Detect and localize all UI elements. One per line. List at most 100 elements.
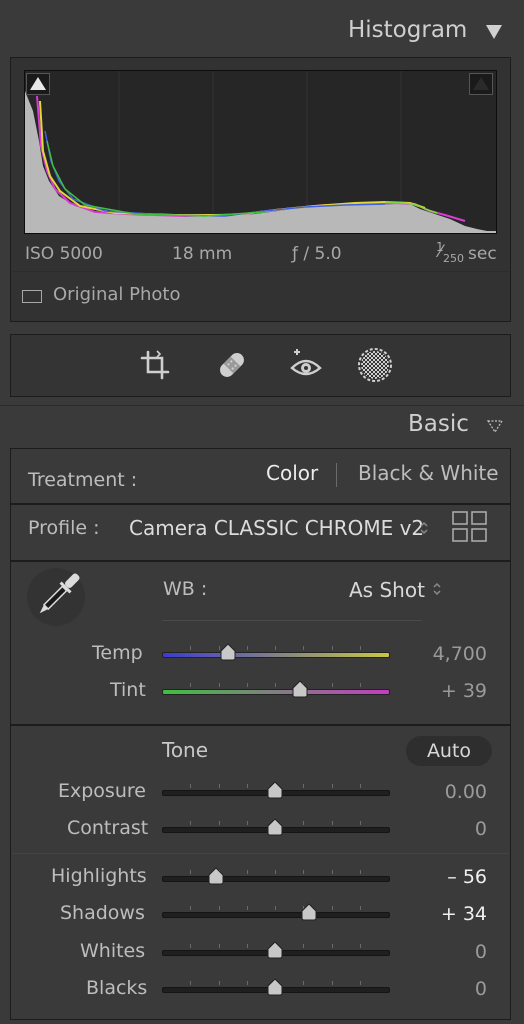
shadow-clipping-toggle[interactable]: [26, 73, 50, 95]
slider-tick: [246, 944, 248, 948]
slider-tick: [331, 981, 333, 985]
slider-tick: [359, 683, 361, 687]
updown-chevron-icon: [431, 579, 443, 599]
shadows-value[interactable]: + 34: [397, 903, 487, 925]
triangle-up-icon: [30, 77, 46, 90]
basic-title: Basic: [408, 411, 469, 437]
updown-chevron-icon: [418, 518, 430, 538]
blacks-label: Blacks: [86, 977, 148, 999]
profile-select[interactable]: Camera CLASSIC CHROME v2: [129, 516, 424, 540]
slider-tick: [331, 870, 333, 874]
red-eye-icon[interactable]: [288, 346, 324, 382]
histogram-title: Histogram: [348, 17, 468, 43]
profile-label: Profile :: [28, 517, 100, 539]
treatment-label: Treatment :: [28, 469, 138, 491]
slider-tick: [303, 944, 305, 948]
slider-tick: [275, 906, 276, 910]
slider-tick: [359, 906, 361, 910]
slider-track[interactable]: [162, 876, 390, 882]
slider-track[interactable]: [162, 652, 390, 658]
slider-tick: [218, 683, 220, 687]
slider-tick: [331, 821, 333, 825]
slider-tick: [331, 784, 333, 788]
crop-icon[interactable]: [139, 349, 171, 381]
slider-tick: [331, 944, 333, 948]
slider-thumb[interactable]: [267, 781, 283, 799]
collapse-basic-icon[interactable]: [486, 418, 504, 434]
slider-thumb[interactable]: [220, 643, 236, 661]
blacks-value[interactable]: 0: [397, 978, 487, 1000]
slider-tick: [218, 784, 220, 788]
temp-label: Temp: [92, 642, 143, 664]
tone-label: Tone: [162, 738, 209, 762]
eyedropper-icon: [39, 573, 80, 614]
slider-tick: [303, 981, 305, 985]
slider-tick: [359, 981, 361, 985]
slider-tick: [275, 646, 276, 650]
original-photo-checkbox[interactable]: [22, 290, 42, 303]
shadows-label: Shadows: [60, 902, 145, 924]
wb-eyedropper-button[interactable]: [27, 568, 85, 626]
healing-bandage-icon[interactable]: [214, 347, 250, 383]
slider-thumb[interactable]: [267, 818, 283, 836]
shutter-readout: 1 ⁄ 250 sec: [436, 240, 497, 265]
whites-value[interactable]: 0: [397, 941, 487, 963]
exposure-value[interactable]: 0.00: [397, 781, 487, 803]
slider-tick: [190, 784, 192, 788]
tint-label: Tint: [110, 679, 146, 701]
slider-tick: [246, 906, 248, 910]
aperture-readout: ƒ / 5.0: [292, 244, 342, 264]
contrast-label: Contrast: [67, 817, 149, 839]
collapse-histogram-icon[interactable]: [486, 25, 502, 39]
whites-label: Whites: [80, 940, 146, 962]
slider-thumb[interactable]: [267, 978, 283, 996]
slider-tick: [218, 906, 220, 910]
slider-tick: [359, 646, 361, 650]
highlight-clipping-toggle[interactable]: [469, 73, 493, 95]
profile-browser-grid-icon[interactable]: [452, 511, 488, 543]
slider-tick: [331, 906, 333, 910]
highlights-label: Highlights: [51, 865, 147, 887]
auto-tone-button[interactable]: Auto: [406, 736, 492, 766]
tint-value[interactable]: + 39: [397, 680, 487, 702]
slider-tick: [359, 944, 361, 948]
slider-tick: [275, 683, 276, 687]
slider-tick: [359, 784, 361, 788]
slider-tick: [190, 646, 192, 650]
temp-value[interactable]: 4,700: [397, 643, 487, 665]
slider-track[interactable]: [162, 689, 390, 695]
triangle-up-icon: [473, 77, 489, 90]
slider-tick: [190, 906, 192, 910]
wb-select[interactable]: As Shot: [349, 578, 425, 602]
slider-tick: [190, 683, 192, 687]
slider-tick: [246, 821, 248, 825]
slider-tick: [246, 870, 248, 874]
slider-tick: [303, 870, 305, 874]
treatment-color-option[interactable]: Color: [266, 461, 318, 485]
slider-thumb[interactable]: [208, 867, 224, 885]
contrast-value[interactable]: 0: [397, 818, 487, 840]
slider-tick: [359, 821, 361, 825]
slider-thumb[interactable]: [301, 903, 317, 921]
slider-track[interactable]: [162, 912, 390, 918]
slider-tick: [303, 646, 305, 650]
histogram-graph: [24, 70, 497, 234]
slider-tick: [246, 683, 248, 687]
iso-readout: ISO 5000: [25, 244, 103, 264]
slider-tick: [190, 981, 192, 985]
slider-tick: [218, 821, 220, 825]
slider-tick: [275, 870, 276, 874]
slider-tick: [218, 981, 220, 985]
highlights-value[interactable]: – 56: [397, 866, 487, 888]
slider-tick: [190, 821, 192, 825]
slider-thumb[interactable]: [267, 941, 283, 959]
exposure-label: Exposure: [58, 780, 146, 802]
masking-icon[interactable]: [357, 347, 393, 383]
original-photo-label: Original Photo: [53, 284, 181, 305]
slider-tick: [359, 870, 361, 874]
focal-length-readout: 18 mm: [172, 244, 233, 264]
slider-thumb[interactable]: [292, 680, 308, 698]
treatment-bw-option[interactable]: Black & White: [358, 461, 499, 485]
slider-tick: [190, 870, 192, 874]
slider-tick: [246, 646, 248, 650]
